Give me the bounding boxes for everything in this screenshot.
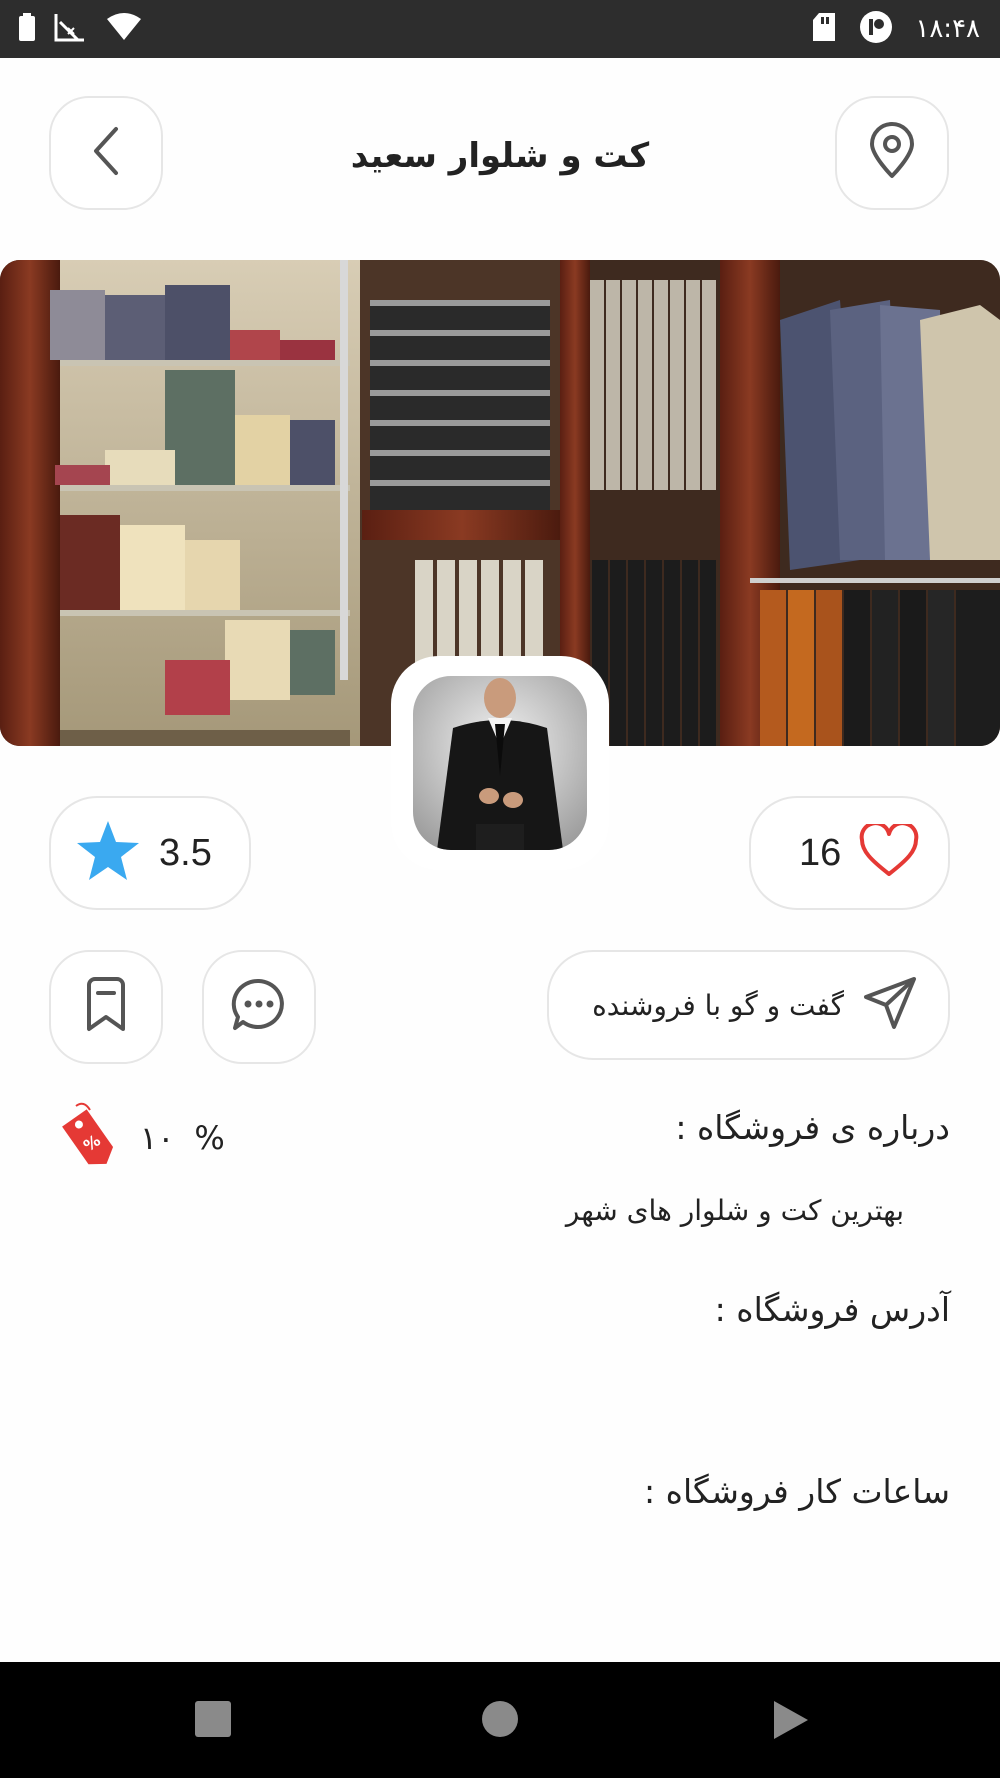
store-logo [413,676,587,850]
status-bar: ۱۸:۴۸ [0,0,1000,58]
home-icon[interactable] [481,1700,519,1742]
chat-bubble-icon [231,978,287,1036]
system-nav-bar [0,1662,1000,1778]
location-pin-icon [866,122,918,184]
bookmark-icon [83,977,129,1037]
recent-apps-icon[interactable] [194,1700,232,1742]
discount-symbol: % [194,1119,225,1157]
location-button[interactable] [835,96,949,210]
heart-icon [859,821,919,882]
chat-with-seller-label: گفت و گو با فروشنده [592,988,844,1022]
likes-pill[interactable]: 16 [749,796,950,910]
address-title: آدرس فروشگاه : [714,1290,950,1329]
back-icon[interactable] [772,1700,810,1744]
hours-title: ساعات کار فروشگاه : [644,1472,950,1511]
back-button[interactable] [49,96,163,210]
about-text: بهترین کت و شلوار های شهر [565,1194,904,1227]
page-title: کت و شلوار سعید [350,136,650,176]
clock: ۱۸:۴۸ [915,14,980,44]
discount-value: ۱۰ [140,1119,175,1157]
app-notification-icon [859,10,893,48]
rating-pill: 3.5 [49,796,251,910]
send-icon [862,975,918,1035]
bookmark-button[interactable] [49,950,163,1064]
likes-count: 16 [799,831,842,874]
battery-icon [18,12,36,46]
rating-value: 3.5 [159,831,212,874]
chat-with-seller-button[interactable]: گفت و گو با فروشنده [547,950,950,1060]
store-logo-frame [391,656,609,870]
about-title: درباره ی فروشگاه : [675,1108,950,1147]
discount-tag-icon: % [54,1100,120,1176]
wifi-icon [106,13,142,45]
chevron-left-icon [86,123,126,183]
no-signal-icon [54,12,88,46]
star-icon [75,819,141,887]
sd-card-icon [811,12,837,46]
discount-badge: % ۱۰ % [54,1100,225,1176]
message-button[interactable] [202,950,316,1064]
